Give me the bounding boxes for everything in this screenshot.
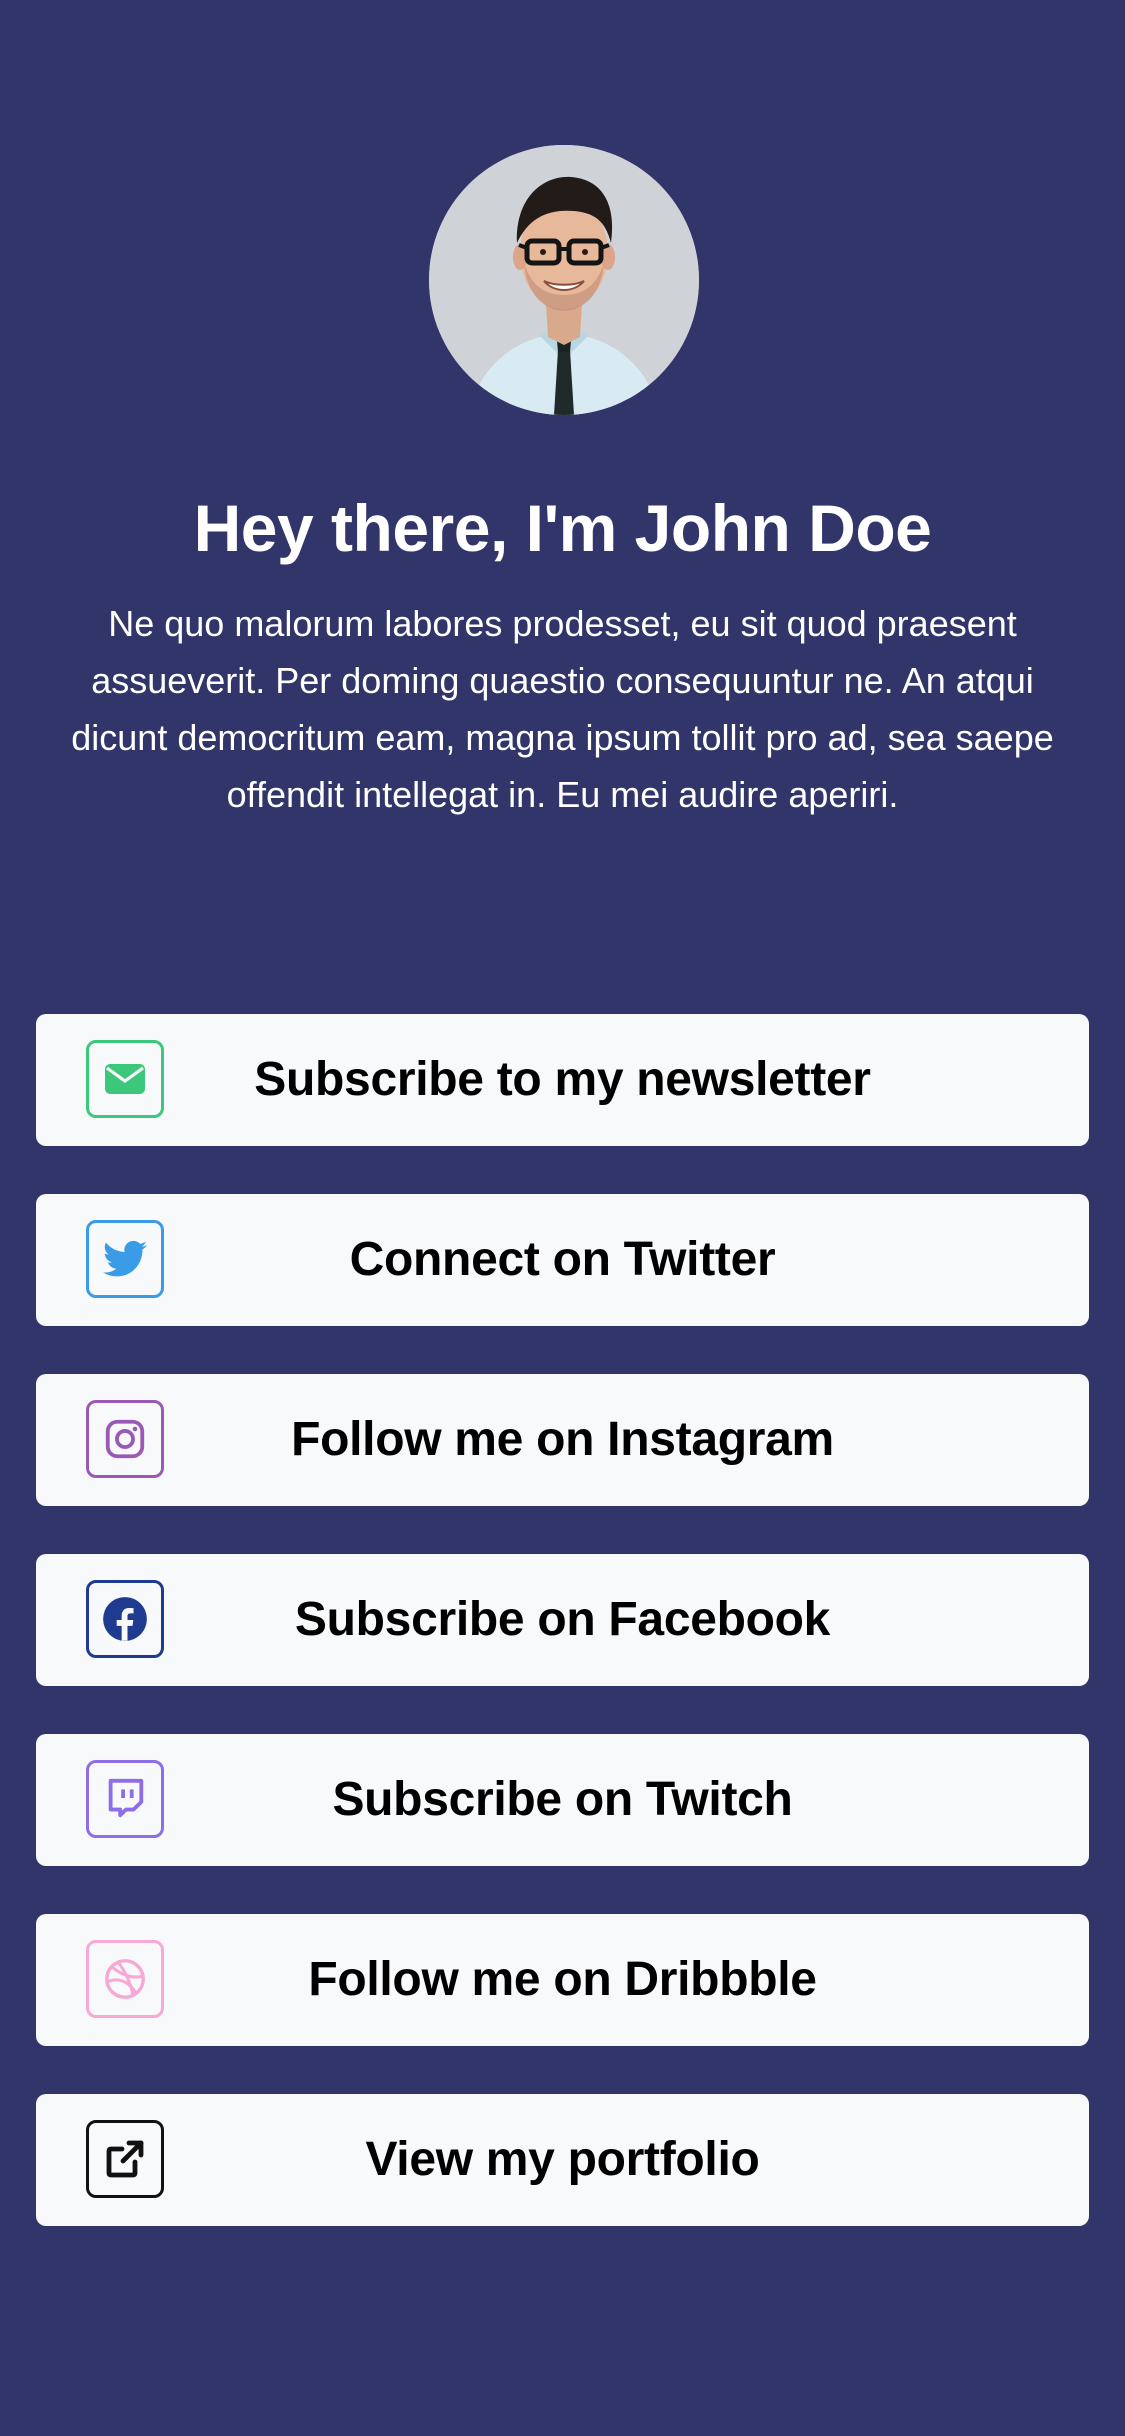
avatar bbox=[429, 145, 699, 415]
newsletter-link-button[interactable]: Subscribe to my newsletter bbox=[36, 1014, 1089, 1146]
link-label: View my portfolio bbox=[365, 2133, 760, 2186]
link-in-bio-page: Hey there, I'm John Doe Ne quo malorum l… bbox=[0, 0, 1125, 2436]
twitch-link-button[interactable]: Subscribe on Twitch bbox=[36, 1734, 1089, 1866]
dribbble-link-button[interactable]: Follow me on Dribbble bbox=[36, 1914, 1089, 2046]
link-label: Connect on Twitter bbox=[349, 1233, 776, 1286]
instagram-link-button[interactable]: Follow me on Instagram bbox=[36, 1374, 1089, 1506]
link-label: Follow me on Instagram bbox=[291, 1413, 834, 1466]
portfolio-link-button[interactable]: View my portfolio bbox=[36, 2094, 1089, 2226]
bio-text: Ne quo malorum labores prodesset, eu sit… bbox=[71, 603, 1054, 815]
link-list: Subscribe to my newsletter Connect on Tw… bbox=[36, 1014, 1089, 2274]
twitter-link-button[interactable]: Connect on Twitter bbox=[36, 1194, 1089, 1326]
person-photo-icon bbox=[429, 145, 699, 415]
facebook-link-button[interactable]: Subscribe on Facebook bbox=[36, 1554, 1089, 1686]
page-title: Hey there, I'm John Doe bbox=[193, 491, 932, 565]
link-label: Follow me on Dribbble bbox=[308, 1953, 817, 2006]
link-label: Subscribe to my newsletter bbox=[254, 1053, 871, 1106]
link-label: Subscribe on Twitch bbox=[332, 1773, 793, 1826]
link-label: Subscribe on Facebook bbox=[294, 1593, 831, 1646]
